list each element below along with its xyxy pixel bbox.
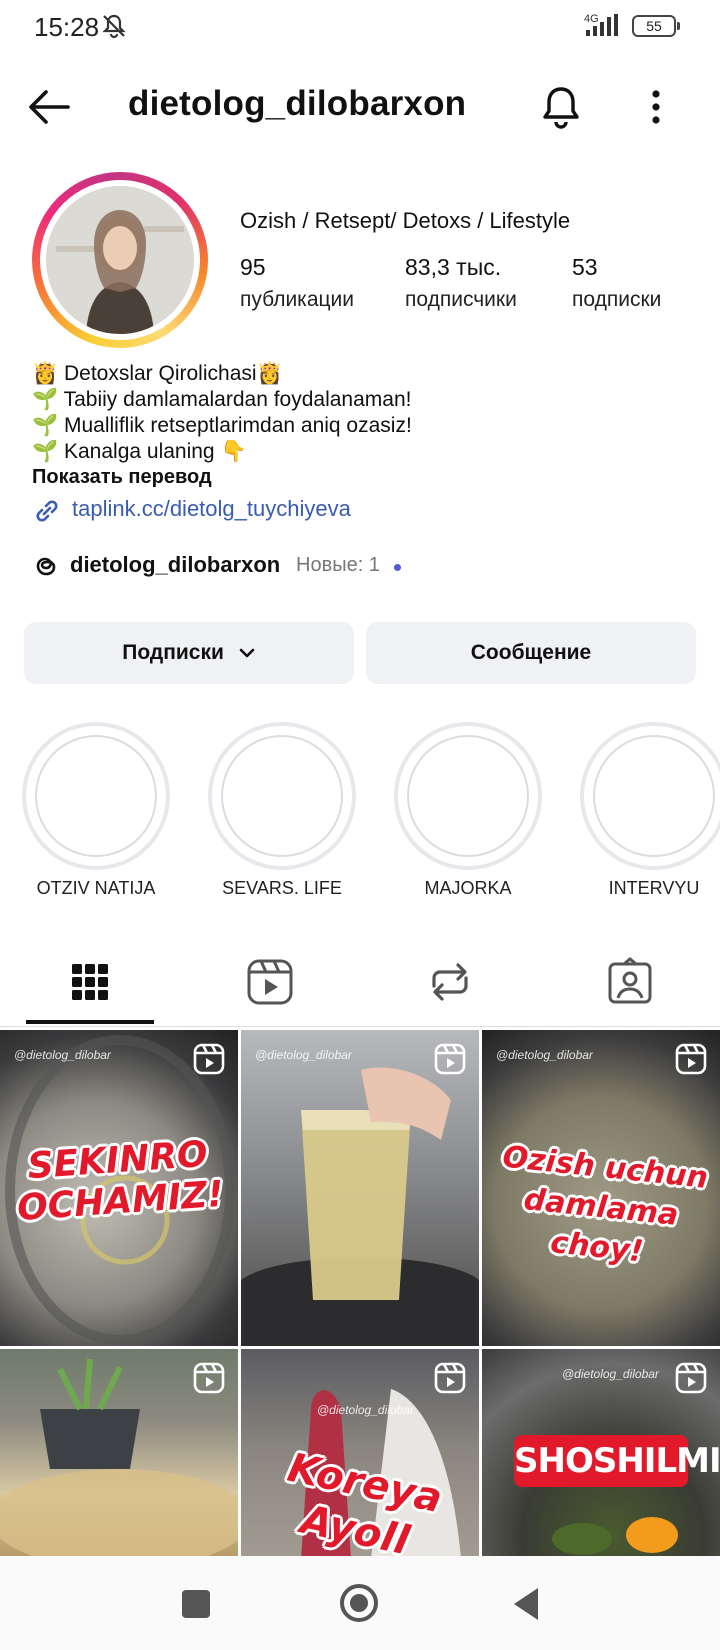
back-arrow-icon	[29, 90, 70, 124]
highlight-label: MAJORKA	[424, 878, 512, 898]
battery-icon: 55	[632, 15, 680, 37]
story-ring[interactable]	[32, 172, 208, 348]
status-time: 15:28	[34, 12, 100, 42]
threads-icon	[36, 557, 56, 576]
post-thumbnail[interactable]: @dietolog_dilobar SEKINRO OCHAMIZ!	[0, 1030, 238, 1346]
followers-count[interactable]: 83,3 тыс.	[405, 254, 501, 281]
highlight-circle[interactable]	[208, 722, 356, 870]
post-watermark: @dietolog_dilobar	[255, 1048, 352, 1062]
post-thumbnail[interactable]: @dietolog_dilobar SHOSHILMI	[482, 1349, 720, 1556]
recents-button[interactable]	[182, 1590, 210, 1618]
reel-icon	[675, 1362, 707, 1394]
posts-label[interactable]: публикации	[240, 288, 354, 312]
post-thumbnail[interactable]: @dietolog_dilobar Koreya Ayoll	[241, 1349, 479, 1556]
chevron-down-icon	[239, 649, 255, 658]
more-vertical-icon	[652, 90, 660, 124]
tagged-icon	[608, 957, 652, 1004]
back-triangle-icon	[514, 1588, 538, 1620]
highlight-label: SEVARS. LIFE	[222, 878, 342, 898]
following-button-label: Подписки	[122, 641, 224, 664]
bio-link-text[interactable]: taplink.cc/dietolg_tuychiyeva	[72, 496, 351, 522]
reel-icon	[434, 1043, 466, 1075]
bio-line: 🌱 Tabiiy damlamalardan foydalanaman!	[32, 388, 412, 411]
post-thumbnail[interactable]: @dietolog_dilobar Ozish uchun damlama choy…	[482, 1030, 720, 1346]
highlight-circle[interactable]	[580, 722, 720, 870]
bio-line: 🌱 Mualliflik retseptlarimdan aniq ozasiz…	[32, 414, 412, 437]
post-caption: SEKINRO OCHAMIZ!	[15, 1133, 225, 1230]
post-watermark: @dietolog_dilobar	[562, 1367, 659, 1381]
system-back-button[interactable]	[510, 1586, 544, 1627]
show-translation-link[interactable]: Показать перевод	[32, 466, 212, 489]
threads-new-count: Новые: 1	[296, 554, 380, 576]
tab-reposts[interactable]	[386, 954, 514, 1024]
bio-line: 👸 Detoxslar Qirolichasi👸	[32, 362, 283, 385]
reel-icon	[675, 1043, 707, 1075]
new-indicator-dot	[394, 564, 401, 571]
reel-icon	[193, 1362, 225, 1394]
post-watermark: @dietolog_dilobar	[496, 1048, 593, 1062]
post-thumbnail[interactable]	[0, 1349, 238, 1556]
signal-icon	[582, 14, 626, 43]
reel-icon	[193, 1043, 225, 1075]
active-tab-indicator	[26, 1020, 154, 1024]
reposts-icon	[432, 963, 468, 1001]
system-navigation-bar	[0, 1556, 720, 1650]
highlight-label: OTZIV NATIJA	[36, 878, 156, 898]
highlight-circle[interactable]	[394, 722, 542, 870]
tab-posts-grid[interactable]	[26, 954, 154, 1024]
profile-username-title: dietolog_dilobarxon	[128, 84, 467, 123]
reel-icon	[434, 1362, 466, 1394]
home-button[interactable]	[340, 1584, 378, 1622]
post-thumbnail[interactable]: @dietolog_dilobar	[241, 1030, 479, 1346]
following-label[interactable]: подписки	[572, 288, 661, 312]
status-bar: 15:28 4G 55	[0, 0, 720, 56]
post-caption: Ozish uchun damlama choy!	[500, 1139, 710, 1270]
profile-category: Ozish / Retsept/ Detoxs / Lifestyle	[240, 208, 571, 233]
following-button[interactable]: Подписки	[24, 622, 354, 684]
highlight-label: INTERVYU	[608, 878, 700, 898]
post-caption: SHOSHILMI	[514, 1435, 720, 1487]
tab-tagged[interactable]	[566, 954, 694, 1024]
grid-icon	[72, 964, 108, 1000]
threads-username: dietolog_dilobarxon	[70, 552, 281, 577]
post-watermark: @dietolog_dilobar	[14, 1048, 111, 1062]
posts-count[interactable]: 95	[240, 254, 266, 281]
avatar	[46, 186, 194, 334]
following-count[interactable]: 53	[572, 254, 598, 281]
bell-icon	[543, 87, 579, 129]
link-icon	[36, 500, 58, 522]
divider	[0, 1026, 720, 1027]
back-button[interactable]	[22, 80, 76, 134]
post-watermark: @dietolog_dilobar	[317, 1403, 414, 1417]
followers-label[interactable]: подписчики	[405, 288, 517, 312]
highlight-circle[interactable]	[22, 722, 170, 870]
reels-icon	[247, 959, 293, 1005]
message-button-label: Сообщение	[470, 641, 592, 664]
message-button[interactable]: Сообщение	[366, 622, 696, 684]
more-options-button[interactable]	[636, 80, 676, 134]
tab-reels[interactable]	[206, 954, 334, 1024]
mute-icon	[100, 12, 128, 45]
notifications-button[interactable]	[534, 80, 588, 134]
bio-line: 🌱 Kanalga ulaning 👇	[32, 440, 247, 463]
